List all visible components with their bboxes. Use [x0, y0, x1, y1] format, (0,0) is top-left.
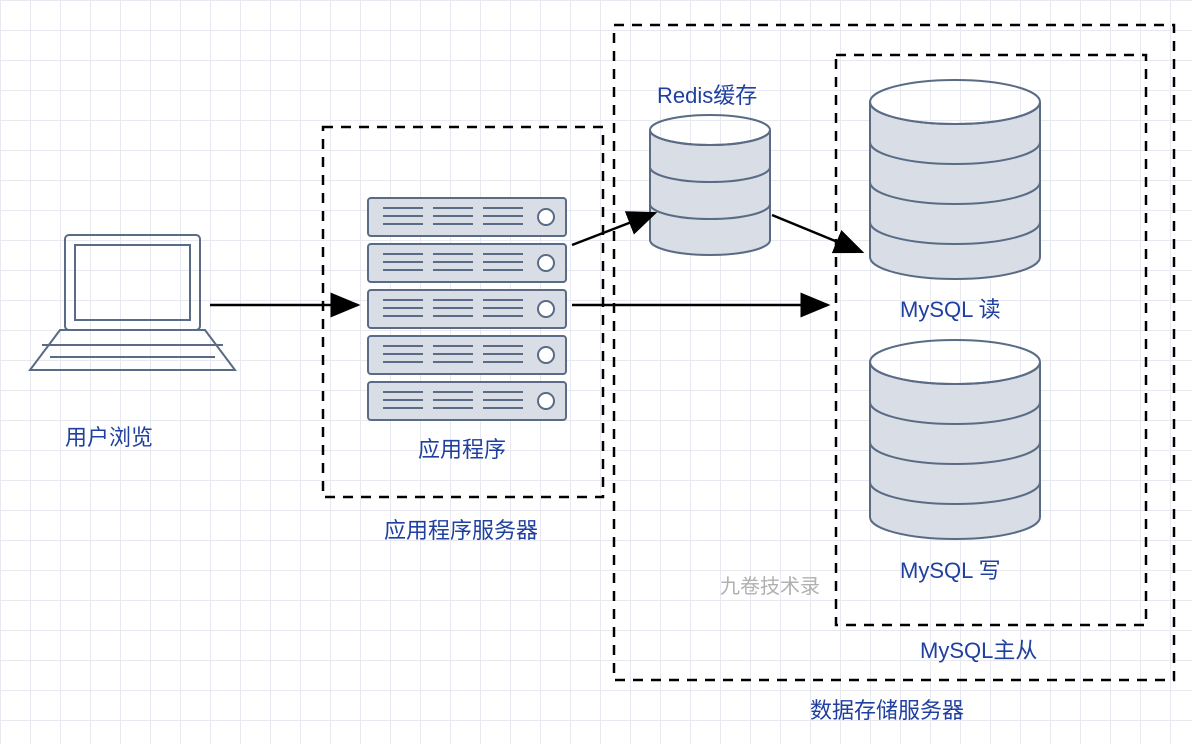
user-browse-label: 用户浏览 — [65, 420, 153, 452]
watermark-text: 九卷技术录 — [720, 570, 820, 599]
arrow-redis-to-mysql-read — [772, 215, 862, 252]
app-server-box-label: 应用程序服务器 — [384, 513, 538, 545]
mysql-read-label: MySQL 读 — [900, 292, 1001, 324]
mysql-read-cylinder-icon — [870, 80, 1040, 279]
redis-cylinder-icon — [650, 115, 770, 255]
app-program-label: 应用程序 — [418, 432, 506, 464]
data-storage-box-label: 数据存储服务器 — [810, 693, 964, 725]
mysql-write-cylinder-icon — [870, 340, 1040, 539]
mysql-write-label: MySQL 写 — [900, 553, 1001, 585]
redis-label: Redis缓存 — [657, 78, 757, 110]
server-icon — [368, 198, 566, 420]
laptop-icon — [30, 235, 235, 370]
mysql-master-slave-label: MySQL主从 — [920, 633, 1037, 665]
